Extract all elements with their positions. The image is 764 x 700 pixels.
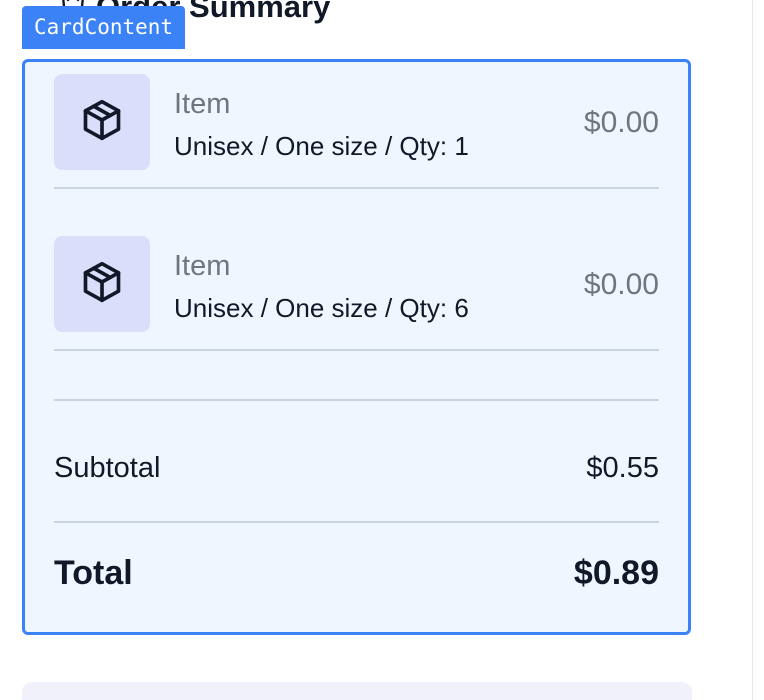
item-price: $0.00 <box>583 268 659 301</box>
item-variant-details: Unisex / One size / Qty: 1 <box>174 131 469 161</box>
card-content: Item Unisex / One size / Qty: 1 $0.00 It… <box>22 59 691 635</box>
next-card <box>22 682 692 700</box>
subtotal-row: Subtotal $0.55 <box>54 452 659 485</box>
component-label-tag: CardContent <box>22 6 186 49</box>
total-value: $0.89 <box>573 554 659 592</box>
item-name: Item <box>174 88 231 120</box>
package-icon <box>80 260 124 309</box>
item-price: $0.00 <box>583 106 659 139</box>
divider <box>54 399 659 401</box>
subtotal-label: Subtotal <box>54 452 161 484</box>
item-name: Item <box>174 250 231 282</box>
page: Order Summary CardContent Item Unisex / … <box>0 0 764 700</box>
subtotal-value: $0.55 <box>586 452 659 484</box>
divider <box>54 521 659 523</box>
item-variant-details: Unisex / One size / Qty: 6 <box>174 293 469 323</box>
package-icon <box>80 98 124 147</box>
order-item-row: Item Unisex / One size / Qty: 1 $0.00 <box>54 74 659 189</box>
panel-divider <box>752 0 753 700</box>
total-row: Total $0.89 <box>54 554 659 593</box>
order-item-row: Item Unisex / One size / Qty: 6 $0.00 <box>54 236 659 351</box>
item-thumbnail <box>54 236 150 332</box>
item-thumbnail <box>54 74 150 170</box>
total-label: Total <box>54 554 133 592</box>
